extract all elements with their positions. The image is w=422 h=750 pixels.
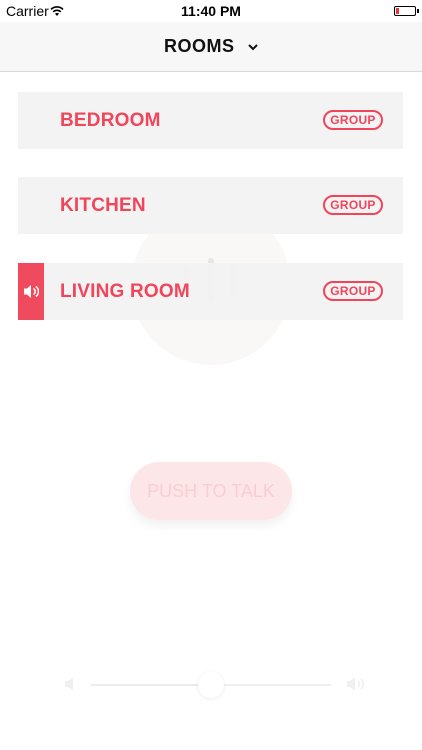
room-name: LIVING ROOM (60, 281, 190, 302)
volume-control (0, 670, 422, 700)
volume-low-icon (64, 676, 78, 697)
volume-high-icon (346, 676, 368, 697)
room-selector[interactable]: ROOMS (0, 36, 422, 58)
chevron-down-icon (248, 35, 258, 56)
push-to-talk-button[interactable]: PUSH TO TALK (130, 462, 292, 520)
volume-fill (91, 684, 211, 686)
room-row-bedroom[interactable]: BEDROOM GROUP (18, 92, 403, 149)
volume-slider-thumb[interactable] (198, 672, 224, 698)
active-speaker-indicator (18, 263, 44, 320)
room-name: KITCHEN (60, 195, 146, 216)
group-button[interactable]: GROUP (323, 195, 383, 215)
clock: 11:40 PM (181, 3, 241, 19)
battery-icon (394, 6, 419, 16)
group-button[interactable]: GROUP (323, 281, 383, 301)
room-name: BEDROOM (60, 110, 161, 131)
nav-bar: ROOMS (0, 22, 422, 72)
group-button[interactable]: GROUP (323, 110, 383, 130)
status-bar: Carrier 11:40 PM (0, 0, 422, 22)
push-to-talk-label: PUSH TO TALK (147, 481, 275, 501)
page-title: ROOMS (163, 36, 235, 56)
speaker-icon (24, 285, 39, 298)
room-row-kitchen[interactable]: KITCHEN GROUP (18, 177, 403, 234)
room-row-living-room[interactable]: LIVING ROOM GROUP (18, 263, 403, 320)
